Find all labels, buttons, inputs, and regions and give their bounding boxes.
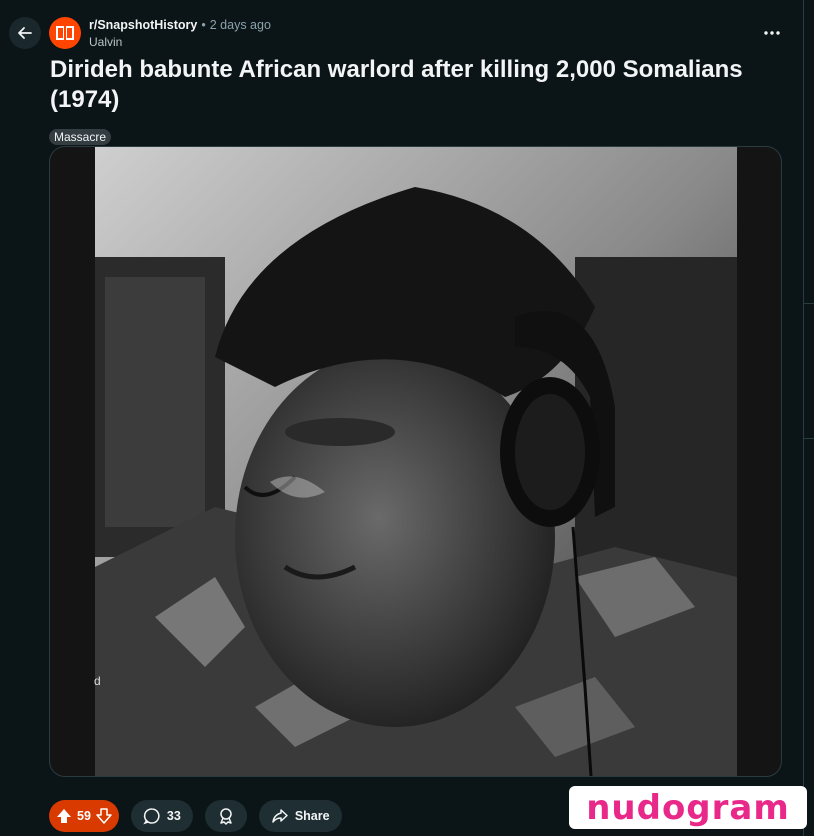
watermark-text: nudogram bbox=[586, 787, 790, 828]
sidebar-divider-tick bbox=[804, 303, 814, 304]
subreddit-link[interactable]: r/SnapshotHistory bbox=[89, 18, 197, 32]
more-options-button[interactable] bbox=[757, 18, 787, 48]
action-bar: 59 33 Share bbox=[49, 800, 342, 832]
post-author[interactable]: Ualvin bbox=[89, 35, 122, 49]
sidebar-divider bbox=[803, 0, 804, 836]
post-flair[interactable]: Massacre bbox=[49, 129, 112, 145]
book-icon bbox=[56, 26, 74, 40]
watermark: nudogram bbox=[569, 786, 807, 829]
downvote-arrow-icon bbox=[96, 808, 112, 824]
back-arrow-icon bbox=[18, 27, 32, 39]
share-label: Share bbox=[294, 809, 330, 823]
downvote-button[interactable] bbox=[95, 807, 113, 825]
post-media[interactable]: d bbox=[49, 146, 782, 777]
comment-bubble-icon bbox=[143, 808, 160, 825]
award-icon bbox=[220, 808, 232, 825]
post-meta: r/SnapshotHistory • 2 days ago bbox=[89, 18, 271, 32]
comment-count: 33 bbox=[166, 809, 181, 823]
meta-separator: • bbox=[201, 18, 206, 32]
upvote-arrow-icon bbox=[57, 809, 71, 823]
subreddit-avatar[interactable] bbox=[49, 17, 81, 49]
comments-button[interactable]: 33 bbox=[130, 800, 193, 832]
upvote-count: 59 bbox=[77, 809, 91, 823]
overflow-dots-icon bbox=[764, 31, 780, 35]
back-button[interactable] bbox=[9, 17, 41, 49]
media-caption-fragment: d bbox=[94, 674, 101, 688]
vote-control: 59 bbox=[49, 800, 119, 832]
post-timestamp: 2 days ago bbox=[209, 18, 271, 32]
share-arrow-icon bbox=[272, 809, 288, 823]
post-title: Dirideh babunte African warlord after ki… bbox=[50, 56, 743, 113]
award-button[interactable] bbox=[204, 800, 247, 832]
sidebar-divider-tick bbox=[804, 438, 814, 439]
upvote-button[interactable] bbox=[55, 807, 73, 825]
post-image bbox=[95, 147, 737, 776]
share-button[interactable]: Share bbox=[258, 800, 342, 832]
